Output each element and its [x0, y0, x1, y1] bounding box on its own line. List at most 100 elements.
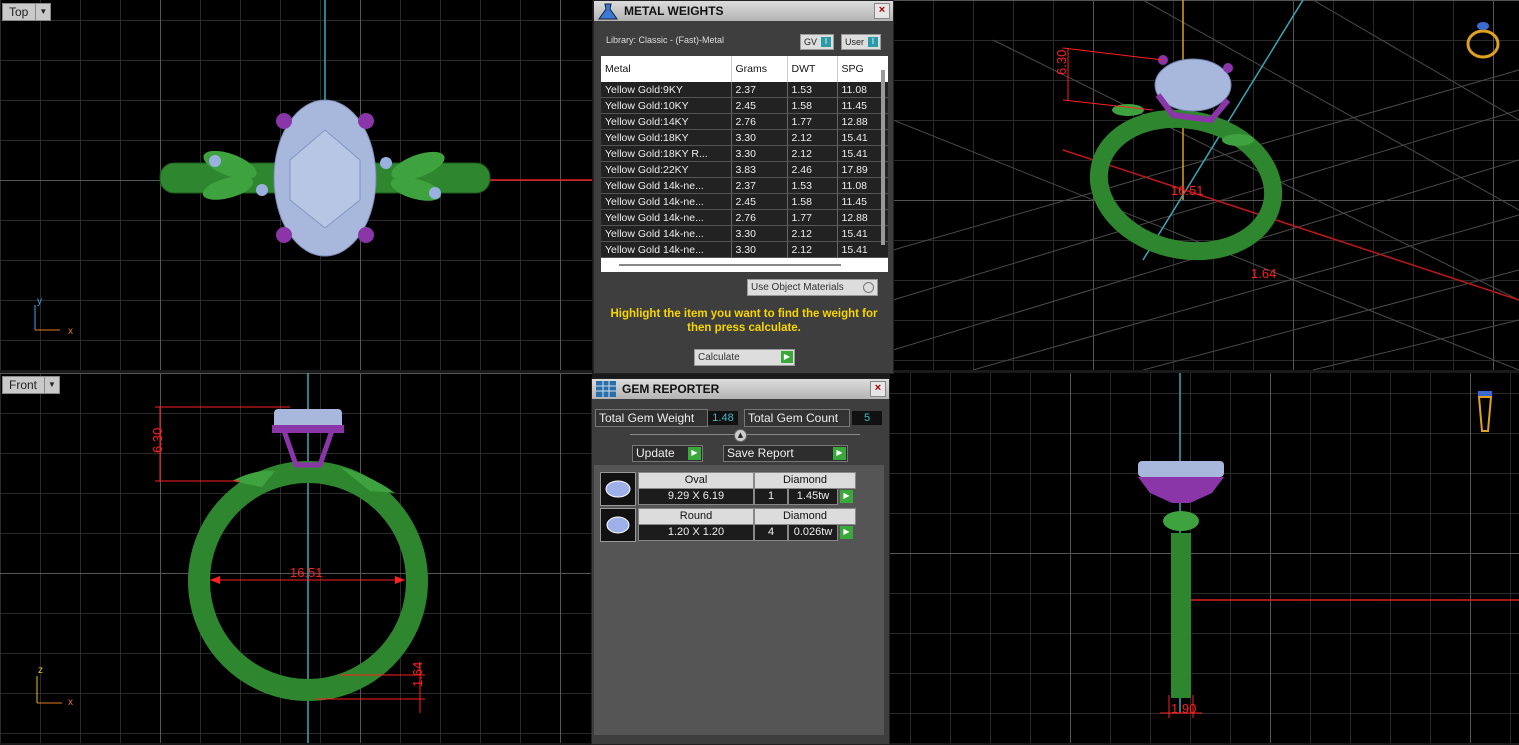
table-cell: 2.37 [731, 177, 788, 194]
gem-reporter-panel: GEM REPORTER × Total Gem Weight 1.48 Tot… [591, 378, 890, 745]
collapse-icon[interactable]: ▲ [734, 429, 747, 442]
user-toggle[interactable]: User I [841, 34, 882, 50]
table-cell: Yellow Gold 14k-ne... [601, 241, 732, 258]
viewport-right[interactable]: 1.90 [890, 373, 1519, 743]
gv-toggle[interactable]: GV I [800, 34, 835, 50]
table-row[interactable]: Yellow Gold 14k-ne... 3.30 2.12 15.41 [601, 225, 888, 242]
table-cell: 3.83 [731, 161, 788, 178]
column-header[interactable]: DWT [787, 56, 838, 82]
table-cell: 2.45 [731, 193, 788, 210]
table-cell: 3.30 [731, 129, 788, 146]
table-row[interactable]: Yellow Gold 14k-ne... 2.37 1.53 11.08 [601, 177, 888, 194]
table-row[interactable]: Yellow Gold:22KY 3.83 2.46 17.89 [601, 161, 888, 178]
gem-size: 9.29 X 6.19 [638, 488, 754, 505]
front-dim-diameter: 16.51 [290, 565, 323, 580]
table-row[interactable]: Yellow Gold 14k-ne... 3.30 2.12 15.41 [601, 241, 888, 258]
play-icon: ▶ [833, 447, 846, 460]
front-dim-band: 1.64 [410, 662, 425, 687]
library-label: Library: Classic - (Fast)-Metal [606, 35, 725, 45]
close-icon[interactable]: × [874, 3, 890, 19]
table-cell: Yellow Gold 14k-ne... [601, 225, 732, 242]
table-cell: 2.12 [787, 241, 838, 258]
viewport-perspective[interactable]: 6.30 16.51 1.64 [893, 0, 1519, 370]
close-icon[interactable]: × [870, 381, 886, 397]
viewport-top[interactable]: Top ▼ y x [0, 0, 592, 370]
table-row[interactable]: Yellow Gold:14KY 2.76 1.77 12.88 [601, 113, 888, 130]
table-header: Metal Grams DWT SPG [601, 56, 888, 82]
table-cell: Yellow Gold:14KY [601, 113, 732, 130]
right-dim-width: 1.90 [1171, 701, 1196, 716]
table-cell: 3.30 [731, 225, 788, 242]
horizontal-scrollbar[interactable] [619, 264, 841, 266]
table-cell: 2.12 [787, 129, 838, 146]
gem-reporter-titlebar[interactable]: GEM REPORTER × [592, 379, 889, 399]
table-row[interactable]: Yellow Gold:9KY 2.37 1.53 11.08 [601, 82, 888, 98]
persp-dim-band: 1.64 [1251, 266, 1276, 281]
gem-weight: 0.026tw [788, 524, 838, 541]
ring-side-icon[interactable] [1473, 383, 1497, 435]
vertical-scrollbar[interactable] [881, 70, 885, 245]
table-cell: Yellow Gold:22KY [601, 161, 732, 178]
table-cell: 2.12 [787, 145, 838, 162]
play-icon: ▶ [781, 351, 793, 363]
gem-grid-icon [596, 381, 616, 397]
top-view-render [34, 0, 592, 331]
persp-dim-diameter: 16.51 [1171, 183, 1204, 198]
table-cell: 2.46 [787, 161, 838, 178]
radio-icon [863, 282, 874, 293]
total-gem-count-value: 5 [852, 411, 882, 425]
table-cell: 1.77 [787, 209, 838, 226]
column-header[interactable]: Grams [731, 56, 788, 82]
table-row[interactable]: Yellow Gold 14k-ne... 2.45 1.58 11.45 [601, 193, 888, 210]
update-button[interactable]: Update ▶ [632, 445, 703, 462]
viewport-top-label[interactable]: Top ▼ [2, 3, 52, 21]
column-header[interactable]: Metal [601, 56, 732, 82]
total-gem-weight-value: 1.48 [708, 411, 738, 425]
table-cell: Yellow Gold 14k-ne... [601, 193, 732, 210]
play-icon[interactable]: ▶ [840, 490, 853, 503]
viewport-front-label[interactable]: Front ▼ [2, 376, 61, 394]
gem-shape: Round [638, 508, 754, 525]
metal-weights-titlebar[interactable]: METAL WEIGHTS × [594, 1, 893, 21]
gem-row-oval[interactable]: Oval Diamond 9.29 X 6.19 1 1.45tw ▶ [600, 472, 860, 506]
gem-list: Oval Diamond 9.29 X 6.19 1 1.45tw ▶ Roun… [594, 465, 884, 735]
metal-weights-panel: METAL WEIGHTS × Library: Classic - (Fast… [593, 0, 894, 374]
play-icon[interactable]: ▶ [840, 526, 853, 539]
table-cell: 1.58 [787, 193, 838, 210]
chevron-down-icon[interactable]: ▼ [44, 377, 59, 393]
axis-y-label: y [37, 296, 42, 307]
total-gem-weight-label: Total Gem Weight [595, 409, 708, 427]
axis-z-label: z [38, 665, 43, 676]
calculate-button[interactable]: Calculate ▶ [694, 349, 795, 366]
axis-x-label: x [68, 326, 73, 337]
table-cell: 2.76 [731, 209, 788, 226]
play-icon: ▶ [688, 447, 701, 460]
table-row[interactable]: Yellow Gold:18KY 3.30 2.12 15.41 [601, 129, 888, 146]
ring-icon[interactable] [1463, 16, 1503, 62]
table-cell: 3.30 [731, 241, 788, 258]
table-cell: Yellow Gold 14k-ne... [601, 209, 732, 226]
table-cell: 2.12 [787, 225, 838, 242]
viewport-front[interactable]: 6.30 16.51 1.64 Front ▼ z x [0, 373, 592, 743]
front-dim-height: 6.30 [150, 428, 165, 453]
perspective-view-render: 6.30 16.51 1.64 [893, 0, 1519, 370]
flask-icon [598, 3, 618, 20]
table-cell: 1.53 [787, 82, 838, 98]
table-row[interactable]: Yellow Gold:18KY R... 3.30 2.12 15.41 [601, 145, 888, 162]
round-gem-icon [600, 508, 636, 542]
chevron-down-icon[interactable]: ▼ [35, 4, 50, 20]
gem-count: 4 [754, 524, 788, 541]
gem-shape: Oval [638, 472, 754, 489]
table-cell: 1.77 [787, 113, 838, 130]
gem-material: Diamond [754, 508, 856, 525]
metal-table[interactable]: Metal Grams DWT SPG Yellow Gold:9KY 2.37 1.53… [601, 56, 888, 272]
table-row[interactable]: Yellow Gold 14k-ne... 2.76 1.77 12.88 [601, 209, 888, 226]
use-object-materials-toggle[interactable]: Use Object Materials [747, 279, 878, 296]
instruction-message: Highlight the item you want to find the … [610, 308, 878, 334]
table-cell: 2.76 [731, 113, 788, 130]
gem-row-round[interactable]: Round Diamond 1.20 X 1.20 4 0.026tw ▶ [600, 508, 860, 542]
front-view-render: 6.30 16.51 1.64 [36, 373, 428, 743]
table-row[interactable]: Yellow Gold:10KY 2.45 1.58 11.45 [601, 97, 888, 114]
table-cell: 1.58 [787, 97, 838, 114]
save-report-button[interactable]: Save Report ▶ [723, 445, 848, 462]
